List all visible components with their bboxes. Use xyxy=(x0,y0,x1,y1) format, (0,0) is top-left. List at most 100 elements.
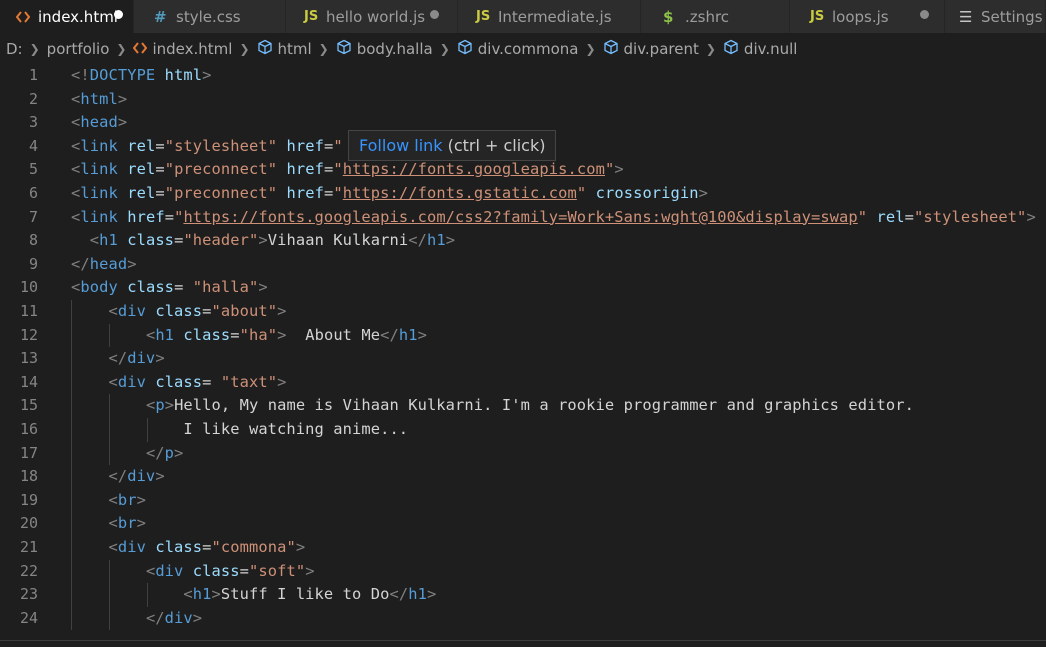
panel-divider xyxy=(0,640,1046,647)
tab-intermediate-js[interactable]: JS Intermediate.js xyxy=(458,0,641,33)
code-token-str: "halla" xyxy=(192,278,259,297)
code-text: <div class="soft"> xyxy=(71,560,315,584)
unsaved-dot-icon[interactable] xyxy=(920,10,929,19)
code-token-text: Hello, My name is Vihaan Kulkarni. I'm a… xyxy=(174,396,914,415)
tab-zshrc[interactable]: $ .zshrc xyxy=(641,0,790,33)
code-token-tag: h1 xyxy=(192,585,212,604)
code-line[interactable]: 23 <h1>Stuff I like to Do</h1> xyxy=(0,583,1046,607)
breadcrumb-symbol-null[interactable]: div.null xyxy=(723,39,797,59)
code-token-punc: </ xyxy=(389,585,409,604)
hash-icon: # xyxy=(154,7,167,26)
code-text: <h1 class="header">Vihaan Kulkarni</h1> xyxy=(71,229,455,253)
tab-settings[interactable]: ☰ Settings xyxy=(945,0,1046,33)
code-line[interactable]: 11 <div class="about"> xyxy=(0,300,1046,324)
code-token-text: = xyxy=(174,278,193,297)
indent-guide xyxy=(71,559,72,584)
code-line[interactable]: 22 <div class="soft"> xyxy=(0,559,1046,584)
indent-guide xyxy=(147,418,148,442)
code-token-punc: </ xyxy=(145,608,165,627)
code-token-punc: < xyxy=(71,207,81,226)
code-token-tag: br xyxy=(117,514,137,533)
follow-link[interactable]: Follow link xyxy=(359,136,443,155)
code-line[interactable]: 13 </div> xyxy=(0,347,1046,371)
tooltip-hint: (ctrl + click) xyxy=(447,136,546,155)
code-line[interactable]: 18 </div> xyxy=(0,465,1046,489)
code-token-attr: href xyxy=(286,184,324,202)
code-line[interactable]: 19 <br> xyxy=(0,488,1046,513)
code-token-tag: body xyxy=(80,278,118,297)
tab-loops-js[interactable]: JS loops.js xyxy=(790,0,945,33)
code-line[interactable]: 17 </p> xyxy=(0,441,1046,466)
code-line[interactable]: 14 <div class= "taxt"> xyxy=(0,370,1046,395)
settings-list-icon: ☰ xyxy=(959,7,973,26)
breadcrumb-drive[interactable]: D: xyxy=(6,40,23,58)
line-number: 19 xyxy=(19,490,38,509)
code-token-punc: < xyxy=(89,231,100,250)
breadcrumb-folder[interactable]: portfolio xyxy=(47,40,110,58)
code-line[interactable]: 6 <link rel="preconnect" href="https://fo… xyxy=(0,182,1046,206)
breadcrumb-symbol-body[interactable]: body.halla xyxy=(336,39,433,59)
code-text: <div class="commona"> xyxy=(71,536,305,560)
code-token-text: Vihaan Kulkarni xyxy=(267,231,409,250)
tab-hello-world-js[interactable]: JS hello world.js xyxy=(286,0,458,33)
code-token-attr: class xyxy=(155,538,203,556)
code-text: <div class="about"> xyxy=(71,300,286,324)
code-token-link[interactable]: https://fonts.gstatic.com xyxy=(343,184,577,202)
breadcrumb-file[interactable]: index.html xyxy=(133,40,232,58)
code-line[interactable]: 10 <body class= "halla"> xyxy=(0,276,1046,300)
code-token-punc: > xyxy=(258,231,268,250)
code-line[interactable]: 2 <html> xyxy=(0,88,1046,112)
code-token-tag: p xyxy=(164,443,175,462)
indent-guide xyxy=(109,418,110,442)
breadcrumb-symbol-parent[interactable]: div.parent xyxy=(603,39,699,59)
chevron-right-icon: ❯ xyxy=(585,41,596,56)
code-token-punc: < xyxy=(145,396,156,415)
breadcrumb-symbol-html[interactable]: html xyxy=(257,39,312,59)
code-token-punc: < xyxy=(71,278,81,297)
indent-guide xyxy=(109,441,110,466)
breadcrumb-symbol-commona[interactable]: div.commona xyxy=(457,39,578,59)
unsaved-dot-icon[interactable] xyxy=(430,10,439,19)
code-line[interactable]: 1 <!DOCTYPE html> xyxy=(0,64,1046,88)
code-token-punc: > xyxy=(277,372,287,391)
unsaved-dot-icon[interactable] xyxy=(114,10,123,19)
code-line[interactable]: 8 <h1 class="header">Vihaan Kulkarni</h1… xyxy=(0,229,1046,253)
line-number: 22 xyxy=(19,561,38,580)
tab-index-html[interactable]: index.html xyxy=(0,0,134,33)
code-token-tag: head xyxy=(80,113,118,132)
code-token-attr: rel xyxy=(127,184,156,202)
code-line[interactable]: 5 <link rel="preconnect" href="https://fo… xyxy=(0,158,1046,182)
code-token-tag: link xyxy=(80,136,118,155)
code-text: <link rel="preconnect" href="https://fon… xyxy=(71,158,624,182)
tab-style-css[interactable]: # style.css xyxy=(134,0,286,33)
code-token-link[interactable]: https://fonts.googleapis.com xyxy=(343,160,605,178)
code-token-text: I like watching anime... xyxy=(71,420,409,438)
code-token-str: " xyxy=(333,160,343,179)
line-number: 23 xyxy=(19,585,38,604)
code-line[interactable]: 21 <div class="commona"> xyxy=(0,536,1046,560)
code-token-punc: </ xyxy=(408,231,427,250)
code-token-link[interactable]: https://fonts.googleapis.com/css2?family… xyxy=(183,208,857,226)
code-line[interactable]: 16 I like watching anime... xyxy=(0,418,1046,442)
code-line[interactable]: 12 <h1 class="ha"> About Me</h1> xyxy=(0,323,1046,348)
code-line[interactable]: 15 <p>Hello, My name is Vihaan Kulkarni.… xyxy=(0,394,1046,418)
code-token-punc: < xyxy=(108,514,118,533)
code-line[interactable]: 9 </head> xyxy=(0,253,1046,277)
code-token-text: = xyxy=(202,372,221,391)
code-line[interactable]: 7 <link href="https://fonts.googleapis.co… xyxy=(0,206,1046,230)
tab-label: Settings xyxy=(981,7,1043,26)
code-line[interactable]: 20 <br> xyxy=(0,512,1046,536)
code-text: </p> xyxy=(71,442,183,466)
code-token-str: "preconnect" xyxy=(164,160,278,179)
code-line[interactable]: 24 </div> xyxy=(0,606,1046,631)
